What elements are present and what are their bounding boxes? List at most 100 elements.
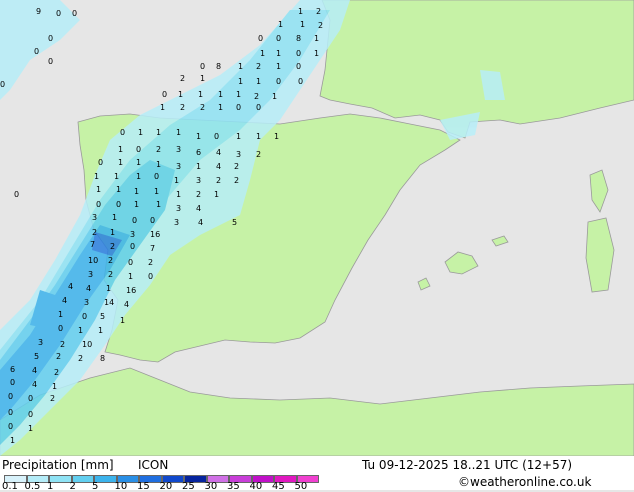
- precip-value-label: 0: [98, 158, 104, 167]
- scale-tick: 25: [182, 481, 195, 492]
- precip-value-label: 1: [276, 49, 282, 58]
- map-title: Precipitation [mm]: [2, 458, 114, 472]
- precip-value-label: 1: [236, 90, 242, 99]
- precip-value-label: 8: [100, 354, 106, 363]
- precip-value-label: 2: [256, 62, 262, 71]
- precip-value-label: 2: [148, 258, 154, 267]
- precip-value-label: 3: [176, 162, 182, 171]
- precip-value-label: 2: [234, 162, 240, 171]
- precip-value-label: 5: [100, 312, 106, 321]
- precip-value-label: 1: [98, 326, 104, 335]
- precip-value-label: 0: [162, 90, 168, 99]
- precip-value-label: 0: [28, 394, 34, 403]
- precip-value-label: 1: [256, 77, 262, 86]
- precip-value-label: 0: [34, 47, 40, 56]
- precip-value-label: 3: [88, 270, 94, 279]
- precip-value-label: 2: [50, 394, 56, 403]
- precip-value-label: 3: [92, 213, 98, 222]
- precip-value-label: 2: [78, 354, 84, 363]
- precip-value-label: 4: [32, 380, 38, 389]
- precip-value-label: 0: [276, 34, 282, 43]
- precip-value-label: 1: [134, 200, 140, 209]
- precip-value-label: 3: [130, 230, 136, 239]
- precip-value-label: 7: [90, 240, 96, 249]
- precip-value-label: 1: [178, 90, 184, 99]
- precip-value-label: 10: [88, 256, 99, 265]
- scale-tick: 2: [69, 481, 76, 492]
- scale-tick: 1: [47, 481, 54, 492]
- precip-value-label: 2: [200, 103, 206, 112]
- precip-value-label: 1: [238, 62, 244, 71]
- model-name: ICON: [138, 458, 169, 472]
- precip-value-label: 1: [276, 62, 282, 71]
- precip-value-label: 0: [14, 190, 20, 199]
- precip-value-label: 1: [156, 128, 162, 137]
- precip-value-label: 2: [254, 92, 260, 101]
- precip-value-label: 6: [196, 148, 202, 157]
- credit: ©weatheronline.co.uk: [458, 475, 592, 489]
- precip-value-label: 1: [96, 185, 102, 194]
- precip-value-label: 6: [10, 365, 16, 374]
- precip-value-label: 1: [94, 172, 100, 181]
- precip-value-label: 1: [128, 272, 134, 281]
- precip-value-label: 0: [132, 216, 138, 225]
- scale-tick: 0.1: [2, 481, 18, 492]
- precip-value-label: 0: [150, 216, 156, 225]
- precip-value-label: 0: [258, 34, 264, 43]
- valid-time: Tu 09-12-2025 18..21 UTC (12+57): [362, 458, 573, 472]
- precip-value-label: 4: [196, 204, 202, 213]
- precip-value-label: 1: [200, 74, 206, 83]
- precip-value-label: 0: [8, 422, 14, 431]
- precip-value-label: 2: [56, 352, 62, 361]
- precip-value-label: 1: [176, 128, 182, 137]
- scale-tick: 40: [249, 481, 263, 492]
- precip-value-label: 0: [56, 9, 62, 18]
- precip-value-label: 4: [124, 300, 130, 309]
- precip-value-label: 2: [196, 190, 202, 199]
- precip-value-label: 3: [38, 338, 44, 347]
- precip-value-label: 1: [272, 92, 278, 101]
- precip-value-label: 0: [8, 408, 14, 417]
- precip-value-label: 1: [314, 34, 320, 43]
- precip-value-label: 2: [156, 145, 162, 154]
- precip-value-label: 1: [52, 382, 58, 391]
- precip-value-label: 1: [196, 162, 202, 171]
- precip-value-label: 1: [160, 103, 166, 112]
- precip-value-label: 0: [10, 378, 16, 387]
- precip-value-label: 3: [176, 204, 182, 213]
- precip-value-label: 0: [82, 312, 88, 321]
- precip-value-label: 0: [96, 200, 102, 209]
- scale-tick: 5: [92, 481, 99, 492]
- precip-value-label: 1: [58, 310, 64, 319]
- precip-value-label: 1: [176, 190, 182, 199]
- scale-tick: 0.5: [24, 481, 41, 492]
- precip-value-label: 1: [218, 90, 224, 99]
- precip-value-label: 1: [236, 132, 242, 141]
- precip-value-label: 1: [298, 7, 304, 16]
- precip-value-label: 3: [236, 150, 242, 159]
- scale-tick: 15: [137, 481, 150, 492]
- precip-value-label: 1: [256, 132, 262, 141]
- scale-tick: 35: [227, 481, 240, 492]
- precip-value-label: 1: [174, 176, 180, 185]
- precip-value-label: 1: [156, 160, 162, 169]
- precip-value-label: 0: [116, 200, 122, 209]
- precip-value-label: 0: [48, 34, 54, 43]
- precip-value-label: 1: [114, 172, 120, 181]
- precip-value-label: 2: [180, 74, 186, 83]
- precip-value-label: 0: [58, 324, 64, 333]
- precip-value-label: 1: [138, 128, 144, 137]
- precip-value-label: 0: [256, 103, 262, 112]
- precip-value-label: 0: [154, 172, 160, 181]
- precip-value-label: 0: [200, 62, 206, 71]
- precip-value-label: 2: [60, 340, 66, 349]
- precip-value-label: 1: [110, 228, 116, 237]
- precip-value-label: 1: [278, 20, 284, 29]
- precip-value-label: 0: [298, 77, 304, 86]
- precip-value-label: 2: [92, 228, 98, 237]
- precip-value-label: 1: [78, 326, 84, 335]
- precip-value-label: 0: [72, 9, 78, 18]
- precip-value-label: 0: [136, 145, 142, 154]
- precip-value-label: 1: [214, 190, 220, 199]
- precip-value-label: 2: [216, 176, 222, 185]
